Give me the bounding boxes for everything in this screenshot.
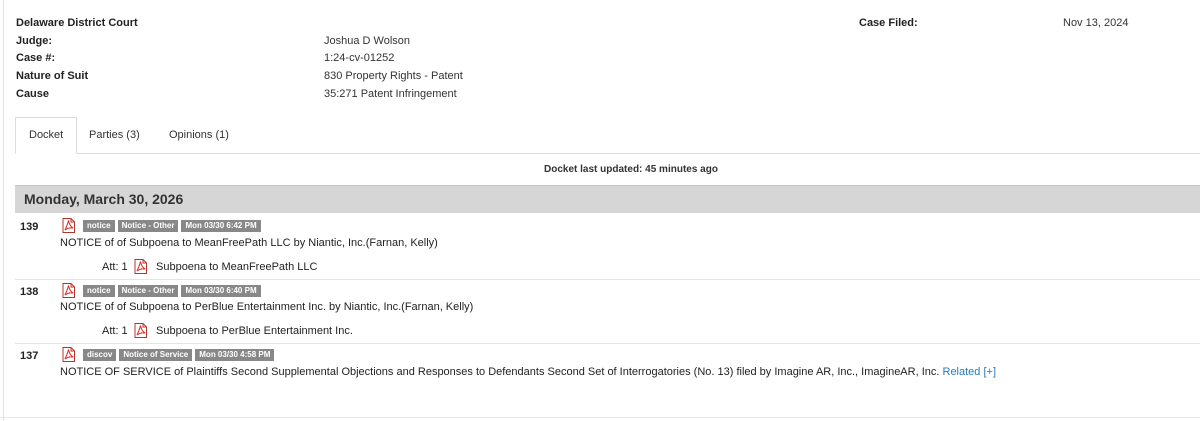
case-number-value: 1:24-cv-01252	[324, 52, 395, 64]
entry-description-text: NOTICE OF SERVICE of Plaintiffs Second S…	[60, 366, 940, 378]
page-left-border	[3, 0, 4, 421]
entry-tags: notice Notice - Other Mon 03/30 6:40 PM	[83, 285, 261, 297]
tab-opinions[interactable]: Opinions (1)	[156, 117, 242, 153]
tag-timestamp: Mon 03/30 6:40 PM	[181, 285, 261, 297]
tab-docket[interactable]: Docket	[15, 117, 78, 154]
tag-timestamp: Mon 03/30 6:42 PM	[181, 220, 261, 232]
day-header-label: Monday, March 30, 2026	[24, 191, 184, 207]
entry-tags: notice Notice - Other Mon 03/30 6:42 PM	[83, 220, 261, 232]
tag-type: notice	[83, 285, 115, 297]
entry-divider	[15, 343, 1200, 344]
entry-tags: discov Notice of Service Mon 03/30 4:58 …	[83, 349, 275, 361]
pdf-icon[interactable]	[134, 259, 147, 274]
nature-of-suit-value: 830 Property Rights - Patent	[324, 70, 463, 82]
attachment-label: Att: 1	[102, 261, 128, 273]
docket-bottom-border	[0, 417, 1200, 418]
tag-category: Notice of Service	[119, 349, 193, 361]
tag-category: Notice - Other	[117, 285, 179, 297]
case-filed-value: Nov 13, 2024	[1063, 17, 1129, 29]
judge-label: Judge:	[16, 35, 53, 47]
entry-number: 138	[20, 286, 39, 298]
tag-timestamp: Mon 03/30 4:58 PM	[195, 349, 275, 361]
cause-value: 35:271 Patent Infringement	[324, 88, 457, 100]
attachment-link[interactable]: Subpoena to MeanFreePath LLC	[156, 261, 317, 273]
entry-divider	[15, 279, 1200, 280]
entry-number: 139	[20, 221, 39, 233]
entry-description: NOTICE of of Subpoena to PerBlue Enterta…	[60, 301, 474, 313]
related-link[interactable]: Related [+]	[943, 366, 997, 378]
entry-description: NOTICE of of Subpoena to MeanFreePath LL…	[60, 237, 438, 249]
attachment-link[interactable]: Subpoena to PerBlue Entertainment Inc.	[156, 325, 353, 337]
day-header: Monday, March 30, 2026	[15, 185, 1200, 213]
case-filed-label: Case Filed:	[859, 17, 918, 29]
docket-last-updated: Docket last updated: 45 minutes ago	[544, 164, 718, 175]
entry-number: 137	[20, 350, 39, 362]
tag-type: notice	[83, 220, 115, 232]
court-name: Delaware District Court	[16, 17, 138, 29]
judge-value: Joshua D Wolson	[324, 35, 411, 47]
entry-description: NOTICE OF SERVICE of Plaintiffs Second S…	[60, 366, 996, 378]
pdf-icon[interactable]	[62, 218, 75, 233]
pdf-icon[interactable]	[62, 347, 75, 362]
nature-of-suit-label: Nature of Suit	[16, 70, 89, 82]
tab-parties[interactable]: Parties (3)	[76, 117, 153, 153]
cause-label: Cause	[16, 88, 50, 100]
pdf-icon[interactable]	[62, 283, 75, 298]
tag-type: discov	[83, 349, 117, 361]
tag-category: Notice - Other	[117, 220, 179, 232]
attachment-label: Att: 1	[102, 325, 128, 337]
docket-tabs: Docket Parties (3) Opinions (1)	[15, 117, 1200, 154]
case-number-label: Case #:	[16, 52, 56, 64]
pdf-icon[interactable]	[134, 323, 147, 338]
